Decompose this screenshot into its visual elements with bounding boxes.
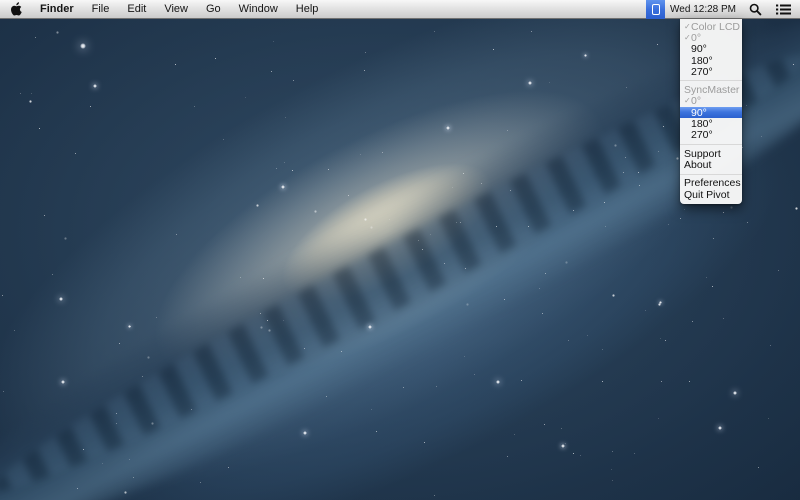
menu-edit[interactable]: Edit: [118, 0, 155, 18]
notification-list-icon: [776, 3, 791, 16]
bright-star: [368, 325, 371, 328]
check-icon: ✓: [684, 97, 691, 105]
bright-star: [303, 431, 306, 434]
menu-item-sync-270[interactable]: 270°: [680, 130, 742, 141]
bright-star: [528, 81, 532, 85]
apple-menu[interactable]: [0, 0, 31, 18]
menu-item-lcd-270[interactable]: 270°: [680, 66, 742, 77]
rotated-display-icon: [652, 4, 660, 15]
bright-star: [718, 426, 722, 430]
menu-go[interactable]: Go: [197, 0, 230, 18]
bright-star: [281, 185, 284, 188]
menu-app-name[interactable]: Finder: [31, 0, 83, 18]
menu-header-syncmaster: SyncMaster: [680, 84, 742, 95]
bright-star: [446, 126, 449, 129]
check-icon: ✓: [684, 23, 691, 31]
menu-file[interactable]: File: [83, 0, 119, 18]
menu-separator: [680, 174, 742, 175]
desktop: Finder File Edit View Go Window Help Wed…: [0, 0, 800, 500]
menu-separator: [680, 80, 742, 81]
bright-star: [128, 325, 131, 328]
bright-star: [561, 444, 564, 447]
bright-star: [584, 54, 587, 57]
pivot-dropdown-menu: ✓ Color LCD ✓ 0° 90° 180° 270° SyncMaste…: [680, 19, 742, 204]
menu-item-quit-pivot[interactable]: Quit Pivot: [680, 189, 742, 200]
check-icon: ✓: [684, 34, 691, 42]
bright-star: [733, 391, 737, 395]
menu-help[interactable]: Help: [287, 0, 328, 18]
menu-bar: Finder File Edit View Go Window Help Wed…: [0, 0, 800, 19]
menu-item-about[interactable]: About: [680, 159, 742, 170]
apple-logo-icon: [10, 2, 22, 16]
menu-item-lcd-180[interactable]: 180°: [680, 55, 742, 66]
pivot-menu-extra[interactable]: [646, 0, 665, 19]
bright-star: [61, 380, 65, 384]
menu-item-support[interactable]: Support: [680, 148, 742, 159]
search-icon: [749, 3, 762, 16]
menu-view[interactable]: View: [155, 0, 197, 18]
bright-star: [93, 84, 97, 88]
menu-header-color-lcd: ✓ Color LCD: [680, 21, 742, 32]
menu-window[interactable]: Window: [230, 0, 287, 18]
menu-item-preferences[interactable]: Preferences: [680, 178, 742, 189]
menu-item-lcd-0: ✓ 0°: [680, 32, 742, 43]
spotlight-menu-extra[interactable]: [742, 0, 769, 18]
notification-center-menu-extra[interactable]: [769, 0, 800, 18]
menu-extra-clock[interactable]: Wed 12:28 PM: [665, 0, 742, 18]
bright-star: [80, 43, 86, 49]
menu-separator: [680, 144, 742, 145]
bright-star: [659, 301, 662, 304]
menu-item-sync-180[interactable]: 180°: [680, 118, 742, 129]
menu-item-sync-0: ✓ 0°: [680, 96, 742, 107]
menu-item-sync-90[interactable]: 90°: [680, 107, 742, 118]
menu-item-lcd-90[interactable]: 90°: [680, 44, 742, 55]
